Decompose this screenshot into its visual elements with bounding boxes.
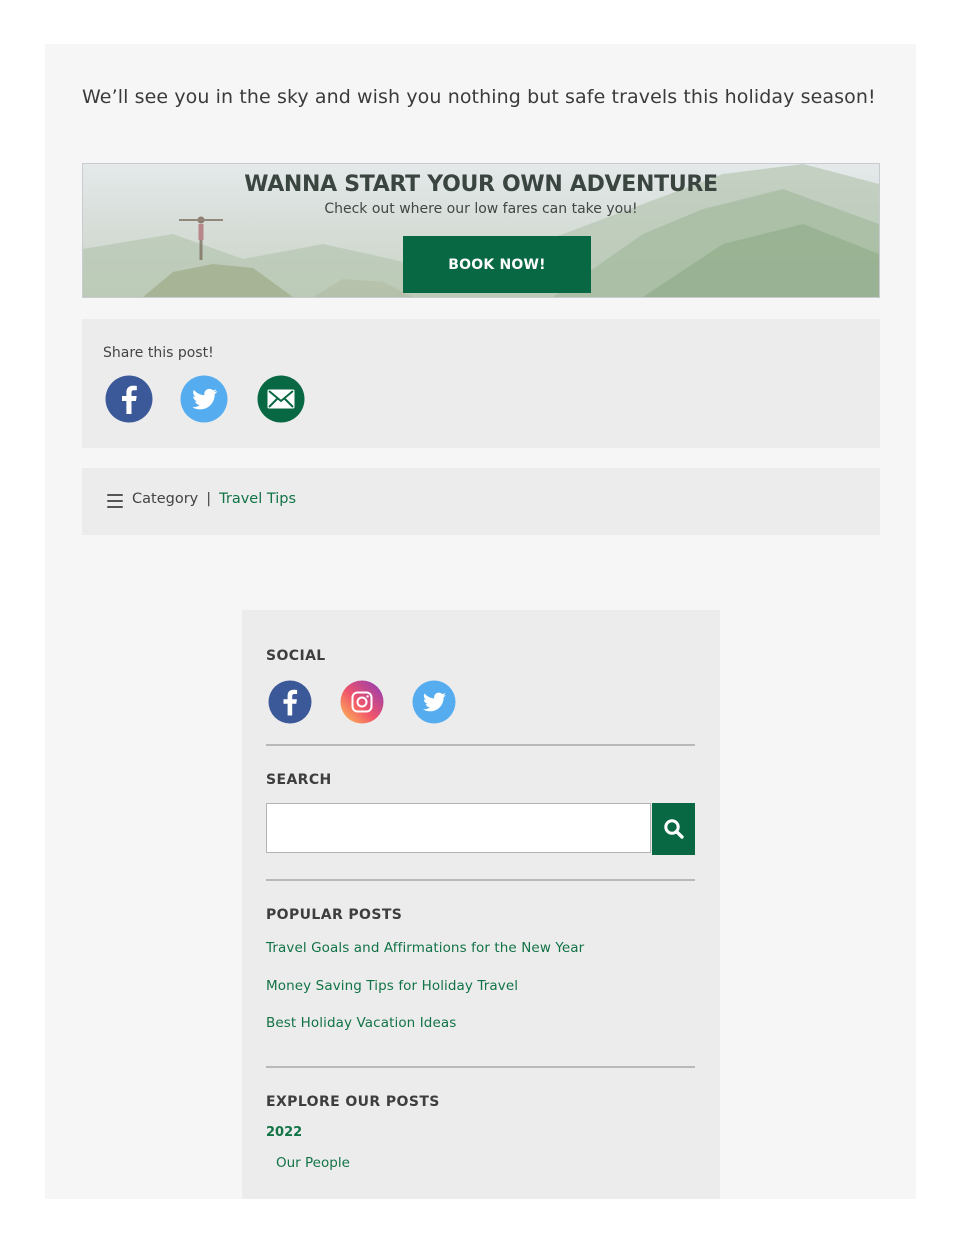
archive-year-link[interactable]: 2022 [266,1125,302,1140]
promo-banner[interactable]: WANNA START YOUR OWN ADVENTURE Check out… [82,163,880,298]
widget-divider [266,1066,695,1068]
search-button[interactable] [652,803,695,855]
share-box: Share this post! [82,319,880,448]
twitter-icon[interactable] [412,680,456,724]
social-widget-title: SOCIAL [266,648,326,664]
facebook-icon[interactable] [105,375,153,423]
instagram-icon[interactable] [340,680,384,724]
banner-title: WANNA START YOUR OWN ADVENTURE [244,172,718,197]
facebook-icon[interactable] [268,680,312,724]
category-line: Category | Travel Tips [132,491,296,507]
sidebar: SOCIAL SEARCH POPULAR POSTS Travel Goals… [242,610,720,1199]
share-title: Share this post! [103,345,214,361]
search-input[interactable] [266,803,651,853]
search-icon [663,819,684,839]
popular-post-link[interactable]: Travel Goals and Affirmations for the Ne… [266,940,584,956]
banner-subtitle: Check out where our low fares can take y… [324,201,638,217]
search-widget-title: SEARCH [266,772,332,788]
popular-post-link[interactable]: Money Saving Tips for Holiday Travel [266,978,518,994]
archive-category-link[interactable]: Our People [276,1155,350,1171]
category-separator: | [206,491,212,507]
category-link-travel-tips[interactable]: Travel Tips [219,491,296,507]
article-page: We’ll see you in the sky and wish you no… [45,44,916,1199]
twitter-icon[interactable] [180,375,228,423]
list-menu-icon [107,494,123,508]
popular-post-link[interactable]: Best Holiday Vacation Ideas [266,1015,456,1031]
widget-divider [266,879,695,881]
category-label: Category [132,491,199,507]
email-icon[interactable] [257,375,305,423]
category-bar: Category | Travel Tips [82,468,880,535]
explore-posts-title: EXPLORE OUR POSTS [266,1094,440,1110]
article-closing-text: We’ll see you in the sky and wish you no… [82,86,876,108]
popular-posts-title: POPULAR POSTS [266,907,403,923]
widget-divider [266,744,695,746]
book-now-button[interactable]: BOOK NOW! [403,236,591,293]
